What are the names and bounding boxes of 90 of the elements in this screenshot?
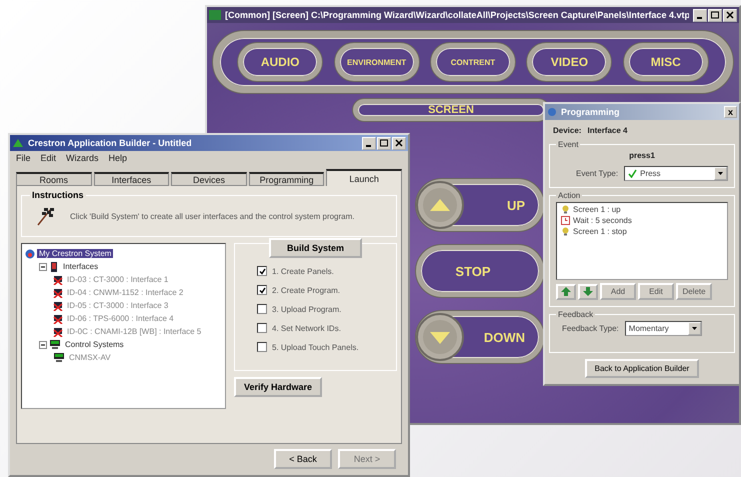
tree-item[interactable]: ID-05 : CT-3000 : Interface 3 (65, 301, 170, 310)
tree-item[interactable]: Control Systems (63, 340, 126, 349)
action-item[interactable]: Screen 1 : up (573, 205, 621, 214)
clock-icon (561, 216, 570, 225)
device-name: Interface 4 (587, 126, 628, 135)
group-heading: Instructions (31, 190, 85, 200)
close-button[interactable] (392, 136, 406, 150)
group-heading: Feedback (557, 310, 594, 319)
tree-item[interactable]: ID-04 : CNWM-1152 : Interface 2 (65, 288, 186, 297)
tree-item[interactable]: CNMSX-AV (67, 353, 113, 362)
menu-item[interactable]: Wizards (66, 153, 99, 163)
computer-icon (49, 340, 61, 350)
collapse-icon[interactable] (39, 340, 47, 348)
globe-icon (25, 248, 35, 258)
tab[interactable]: Rooms (16, 172, 92, 186)
lightbulb-icon (561, 205, 570, 214)
menu-item[interactable]: Edit (40, 153, 56, 163)
panel-icon (49, 262, 59, 272)
action-item[interactable]: Wait : 5 seconds (573, 216, 632, 225)
maximize-button[interactable] (708, 8, 722, 22)
checkbox-label: 1. Create Panels. (272, 266, 334, 276)
app-icon (209, 10, 221, 20)
screen-button[interactable]: SCREEN (353, 99, 549, 121)
tree-item[interactable]: ID-03 : CT-3000 : Interface 1 (65, 275, 170, 284)
tree-item[interactable]: ID-06 : TPS-6000 : Interface 4 (65, 314, 176, 323)
checkbox[interactable] (257, 304, 267, 314)
action-button[interactable]: Add (600, 283, 636, 300)
menu-item[interactable]: File (16, 153, 31, 163)
touch-panel-button[interactable]: AUDIO (238, 43, 322, 81)
checkbox-label: 4. Set Network IDs. (272, 324, 341, 332)
feedback-type-dropdown[interactable]: Momentary (624, 321, 702, 336)
close-button[interactable] (723, 8, 737, 22)
minimize-button[interactable] (693, 8, 707, 22)
lightbulb-icon (561, 227, 570, 236)
maximize-button[interactable] (377, 136, 391, 150)
touch-panel-button[interactable]: UP (416, 179, 544, 231)
panel-x-icon (53, 300, 63, 310)
touch-panel-button[interactable]: MISC (624, 43, 708, 81)
checkbox[interactable] (257, 323, 267, 333)
event-name: press1 (629, 151, 655, 160)
panel-x-icon (53, 288, 63, 298)
checkmark-icon (628, 169, 638, 178)
app-icon (547, 107, 557, 117)
event-type-dropdown[interactable]: Press (624, 166, 728, 181)
move-down-button[interactable] (578, 284, 598, 300)
group-heading: Action (557, 191, 582, 200)
tree-item[interactable]: Interfaces (61, 262, 100, 271)
instructions-text: Click 'Build System' to create all user interfaces and the control system program. (70, 212, 355, 220)
tab[interactable]: Interfaces (94, 172, 170, 186)
touch-panel-button[interactable]: STOP (416, 245, 544, 297)
tab[interactable]: Devices (171, 172, 247, 186)
app-icon (12, 138, 24, 148)
verify-hardware-button[interactable]: Verify Hardware (234, 377, 322, 397)
nav-button[interactable]: < Back (274, 449, 332, 469)
checkbox-label: 5. Upload Touch Panels. (272, 342, 359, 352)
touch-panel-button[interactable]: VIDEO (527, 43, 612, 81)
tab[interactable]: Launch (326, 169, 402, 186)
down-arrow-icon (583, 287, 593, 296)
tree-item[interactable]: ID-0C : CNAMI-12B [WB] : Interface 5 (65, 327, 204, 336)
panel-x-icon (53, 274, 63, 284)
menu-item[interactable]: Help (108, 153, 128, 163)
field-label: Event Type: (576, 169, 618, 178)
up-arrow-icon (561, 287, 571, 296)
checkbox-label: 2. Create Program. (272, 286, 340, 294)
action-button[interactable]: Edit (638, 283, 674, 300)
field-label: Feedback Type: (562, 324, 619, 333)
tab[interactable]: Programming (248, 172, 324, 186)
touch-panel-button[interactable]: DOWN (416, 311, 544, 363)
group-heading: Event (557, 140, 580, 149)
collapse-icon[interactable] (39, 262, 47, 270)
checkbox[interactable] (257, 342, 267, 352)
touch-panel-button[interactable]: ENVIRONMENT (334, 43, 419, 81)
close-button[interactable]: x (724, 106, 737, 118)
computer-icon (53, 352, 65, 362)
touch-panel-button[interactable]: CONTRENT (430, 43, 515, 81)
panel-x-icon (53, 314, 63, 324)
checkbox[interactable] (257, 266, 267, 276)
back-to-builder-button[interactable]: Back to Application Builder (584, 359, 700, 378)
action-item[interactable]: Screen 1 : stop (573, 227, 627, 236)
window-title: Programming (561, 107, 621, 117)
move-up-button[interactable] (556, 284, 576, 300)
checkbox-label: 3. Upload Program. (272, 304, 342, 314)
build-system-button[interactable]: Build System (268, 238, 362, 258)
window-title: Crestron Application Builder - Untitled (28, 138, 193, 148)
device-label: Device: (553, 126, 582, 135)
action-button[interactable]: Delete (676, 283, 712, 300)
checkbox[interactable] (257, 285, 267, 295)
panel-x-icon (53, 326, 63, 336)
tree-item[interactable]: My Crestron System (37, 249, 114, 258)
minimize-button[interactable] (362, 136, 376, 150)
